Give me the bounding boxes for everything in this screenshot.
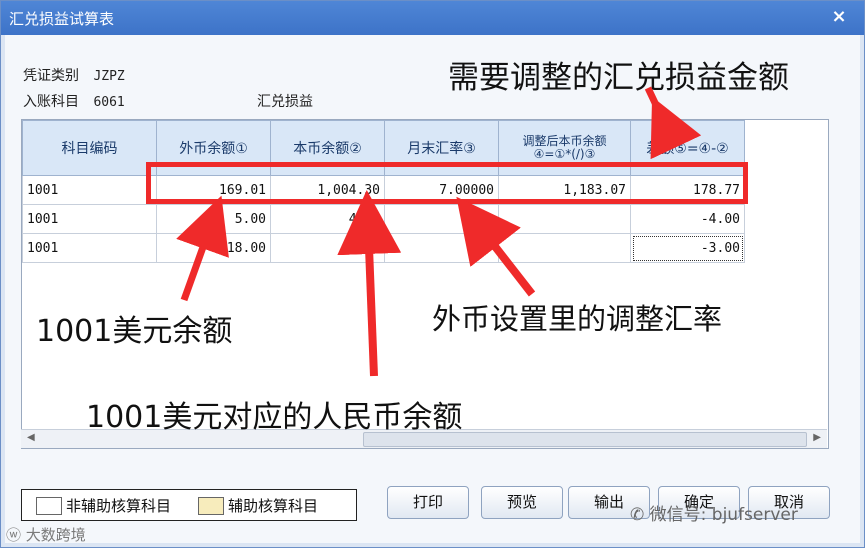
account-row: 入账科目 6061: [23, 91, 125, 111]
highlight-box: [146, 162, 748, 204]
voucher-type-value: JZPZ: [93, 69, 125, 84]
voucher-type-label: 凭证类别: [23, 68, 79, 84]
cell-adjusted[interactable]: [498, 204, 631, 234]
print-button[interactable]: 打印: [387, 486, 469, 519]
watermark-right: ✆ 微信号: bjufserver: [630, 500, 798, 525]
non-aux-label: 非辅助核算科目: [66, 497, 172, 515]
cell-diff[interactable]: -4.00: [630, 204, 745, 234]
cell-lc-balance[interactable]: 3.00: [270, 233, 385, 263]
table-row[interactable]: 1001 18.00 3.00 -3.00: [22, 233, 745, 263]
wechat-icon: ✆: [630, 505, 645, 525]
watermark-left-text: 大数跨境: [25, 526, 86, 544]
cell-diff[interactable]: -3.00: [630, 233, 745, 263]
aux-label: 辅助核算科目: [228, 497, 319, 515]
title-bar: 汇兑损益试算表 ×: [1, 1, 864, 35]
voucher-type-row: 凭证类别 JZPZ: [23, 65, 125, 85]
cell-code[interactable]: 1001: [22, 233, 157, 263]
col-header-adjusted-line2: ④=①*(/)③: [533, 147, 596, 161]
cell-adjusted[interactable]: [498, 233, 631, 263]
watermark-left: ⓦ 大数跨境: [6, 524, 86, 545]
table-row[interactable]: 1001 5.00 4.00 -4.00: [22, 204, 745, 234]
weibo-icon: ⓦ: [6, 526, 22, 544]
account-code: 6061: [93, 95, 125, 110]
account-name: 汇兑损益: [257, 94, 313, 110]
annotation-rmb-balance: 1001美元对应的人民币余额: [86, 400, 463, 435]
legend-box: 非辅助核算科目 辅助核算科目: [21, 489, 357, 521]
cell-code[interactable]: 1001: [22, 204, 157, 234]
cell-rate[interactable]: [384, 204, 499, 234]
watermark-right-text: 微信号: bjufserver: [649, 505, 798, 525]
preview-button[interactable]: 预览: [481, 486, 563, 519]
cell-rate[interactable]: [384, 233, 499, 263]
aux-swatch: [198, 497, 224, 515]
annotation-usd-balance: 1001美元余额: [36, 314, 233, 349]
close-button[interactable]: ×: [828, 5, 850, 29]
cell-fc-balance[interactable]: 18.00: [156, 233, 271, 263]
scroll-left-icon[interactable]: ◀: [27, 432, 35, 443]
account-label: 入账科目: [23, 94, 79, 110]
annotation-top: 需要调整的汇兑损益金额: [448, 60, 789, 96]
annotation-rate: 外币设置里的调整汇率: [432, 302, 723, 336]
non-aux-swatch: [36, 497, 62, 515]
window-title: 汇兑损益试算表: [9, 10, 115, 28]
cell-fc-balance[interactable]: 5.00: [156, 204, 271, 234]
scroll-right-icon[interactable]: ▶: [813, 432, 821, 443]
cell-lc-balance[interactable]: 4.00: [270, 204, 385, 234]
col-header-account-code[interactable]: 科目编码: [22, 120, 157, 176]
cell-code[interactable]: 1001: [22, 175, 157, 205]
